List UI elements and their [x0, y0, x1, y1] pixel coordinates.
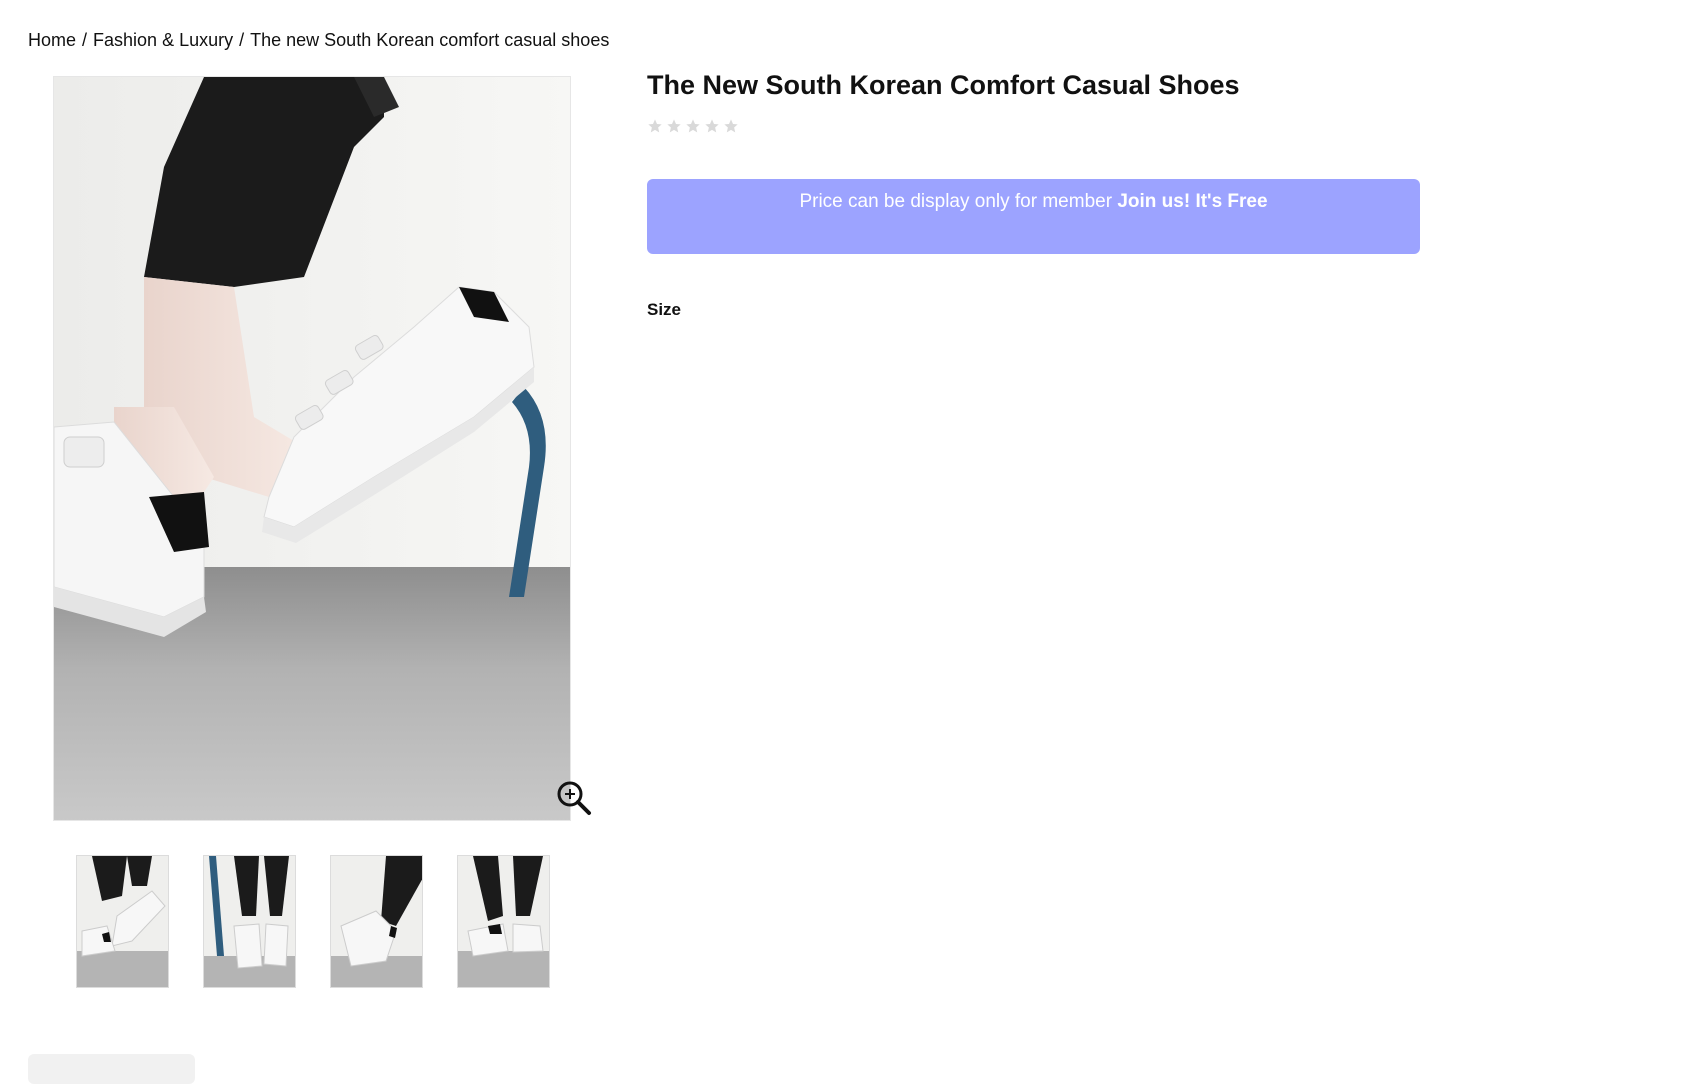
rating-stars — [647, 118, 739, 134]
star-empty-icon — [724, 119, 738, 133]
thumbnail-4[interactable] — [457, 855, 550, 988]
star-empty-icon — [667, 119, 681, 133]
breadcrumb-separator: / — [239, 30, 245, 50]
zoom-in-icon[interactable] — [556, 780, 592, 816]
description-tab[interactable] — [28, 1054, 195, 1084]
product-photo — [54, 77, 570, 820]
star-empty-icon — [705, 119, 719, 133]
star-empty-icon — [648, 119, 662, 133]
thumbnail-3[interactable] — [330, 855, 423, 988]
price-notice-text: Price can be display only for member — [799, 191, 1118, 212]
member-price-notice[interactable]: Price can be display only for member Joi… — [647, 179, 1420, 254]
breadcrumb: Home / Fashion & Luxury / The new South Kore… — [28, 30, 609, 51]
join-link[interactable]: Join us! It's Free — [1117, 191, 1267, 212]
breadcrumb-separator: / — [82, 30, 88, 50]
breadcrumb-category[interactable]: Fashion & Luxury — [93, 30, 233, 50]
breadcrumb-current: The new South Korean comfort casual shoe… — [250, 30, 610, 50]
star-empty-icon — [686, 119, 700, 133]
thumbnail-1[interactable] — [76, 855, 169, 988]
product-main-image[interactable] — [53, 76, 571, 821]
thumbnail-2[interactable] — [203, 855, 296, 988]
size-label: Size — [647, 300, 682, 319]
product-title: The New South Korean Comfort Casual Shoe… — [647, 70, 1240, 100]
breadcrumb-home[interactable]: Home — [28, 30, 76, 50]
